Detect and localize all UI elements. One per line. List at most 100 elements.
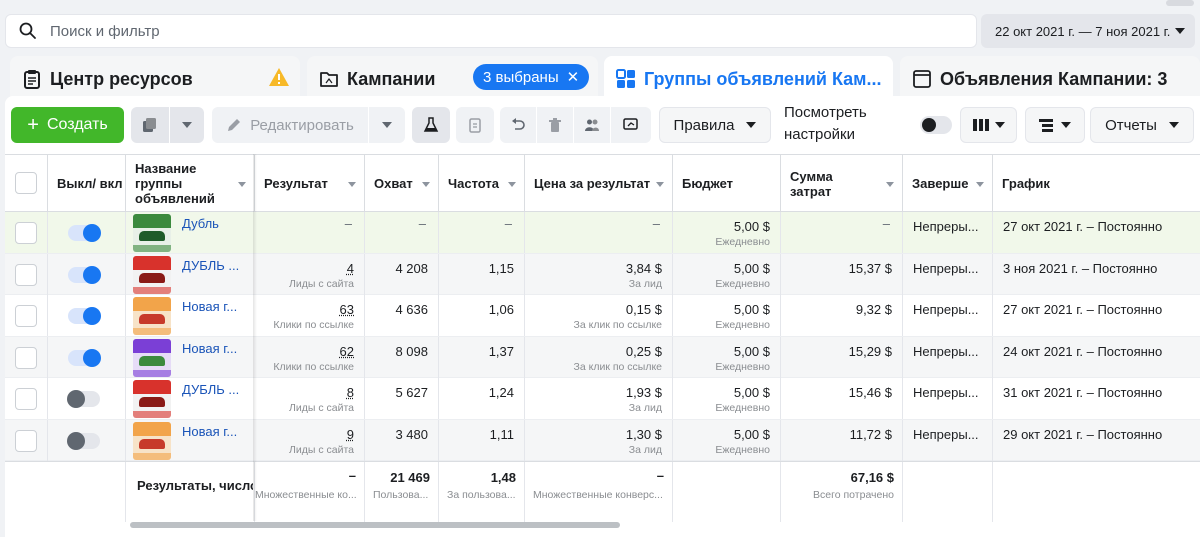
delete-button[interactable] [537,107,573,143]
breakdown-button[interactable] [1025,107,1085,143]
result-value[interactable]: 62 [340,344,354,359]
schedule-value: 27 окт 2021 г. – Постоянно [1003,302,1163,317]
table-row[interactable]: Дубль – – – – 5,00 $ Ежедневно – Непреры.… [5,212,1200,254]
reach-value: 5 627 [395,385,428,400]
frequency-value: 1,24 [488,385,514,400]
table-row[interactable]: ДУБЛЬ ... 8 Лиды с сайта 5 627 1,24 1,93 … [5,378,1200,420]
header-name[interactable]: Название группы объявлений [126,155,255,212]
row-name-cell: Дубль [126,212,255,253]
delivery-toggle[interactable] [68,348,101,367]
result-value[interactable]: 4 [347,261,354,276]
row-frequency-cell: 1,11 [439,419,525,461]
sort-icon [238,182,246,187]
edit-button[interactable]: Редактировать [212,107,368,143]
result-value[interactable]: 8 [347,385,354,400]
result-value[interactable]: 63 [340,302,354,317]
row-schedule-cell: 29 окт 2021 г. – Постоянно [993,420,1200,461]
budget-value[interactable]: 5,00 $ [734,302,770,317]
audience-button[interactable] [574,107,610,143]
ad-set-name-link[interactable]: ДУБЛЬ ... [182,258,250,273]
frequency-value: – [504,216,512,231]
edit-dropdown[interactable] [369,107,405,143]
row-result-cell: 9 Лиды с сайта [255,419,365,461]
table-row[interactable]: ДУБЛЬ ... 4 Лиды с сайта 4 208 1,15 3,84 … [5,253,1200,295]
delivery-toggle[interactable] [67,431,100,450]
row-checkbox[interactable] [15,388,37,410]
table-row[interactable]: Новая г... 9 Лиды с сайта 3 480 1,11 1,30… [5,419,1200,461]
row-ends-cell: Непреры... [903,419,993,461]
header-ends[interactable]: Заверше [903,155,993,212]
reach-value: 4 636 [395,302,428,317]
table-row[interactable]: Новая г... 62 Клики по ссылке 8 098 1,37 … [5,336,1200,378]
reports-button[interactable]: Отчеты [1090,107,1194,143]
warning-icon[interactable] [268,67,290,87]
date-range-picker[interactable]: 22 окт 2021 г. — 7 ноя 2021 г. [981,14,1195,48]
ad-set-name-link[interactable]: Дубль [182,216,250,231]
budget-value[interactable]: 5,00 $ [734,261,770,276]
header-budget[interactable]: Бюджет [673,155,781,212]
result-type: Лиды с сайта [289,443,354,456]
header-spent[interactable]: Сумма затрат [781,155,903,212]
row-checkbox[interactable] [15,429,37,452]
toggle-knob [83,307,101,325]
view-settings-toggle[interactable] [920,116,952,134]
row-budget-cell: 5,00 $ Ежедневно [673,336,781,378]
header-onoff[interactable]: Выкл/ вкл [48,155,126,212]
delivery-toggle[interactable] [67,390,100,408]
tab-label: Группы объявлений Кам... [644,68,882,89]
header-frequency[interactable]: Частота [439,155,525,212]
header-schedule[interactable]: График [993,155,1200,212]
window-handle [1162,0,1200,8]
sort-icon [656,182,664,187]
delivery-toggle[interactable] [68,224,101,242]
columns-button[interactable] [960,107,1017,143]
notes-button[interactable] [456,107,494,143]
rules-button[interactable]: Правила [659,107,771,143]
breakdown-icon [1039,119,1053,132]
budget-value[interactable]: 5,00 $ [734,385,770,400]
select-all-checkbox[interactable] [15,172,37,194]
table-row[interactable]: Новая г... 63 Клики по ссылке 4 636 1,06 … [5,295,1200,337]
undo-button[interactable] [500,107,536,143]
totals-result-sub: Множественные ко... [255,489,357,501]
result-value[interactable]: 9 [347,427,354,442]
ad-set-name-link[interactable]: Новая г... [182,424,250,439]
budget-value[interactable]: 5,00 $ [734,427,770,442]
budget-value[interactable]: 5,00 $ [734,344,770,359]
ad-set-name-link[interactable]: ДУБЛЬ ... [182,382,250,397]
ad-set-name-link[interactable]: Новая г... [182,299,250,314]
budget-value[interactable]: 5,00 $ [734,219,770,234]
totals-cpr: – Множественные конверс... [525,462,673,522]
ad-set-name-link[interactable]: Новая г... [182,341,250,356]
header-reach[interactable]: Охват [365,155,439,212]
preview-button[interactable] [611,107,651,143]
table-header: Выкл/ вкл Название группы объявлений Рез… [5,154,1200,212]
chevron-down-icon [1168,122,1179,128]
search-input[interactable] [50,22,850,40]
search-bar[interactable] [5,14,977,48]
duplicate-button[interactable] [131,107,169,143]
delivery-toggle[interactable] [68,265,101,284]
row-onoff-cell [48,419,126,461]
ab-test-button[interactable] [412,107,450,143]
row-spent-cell: 15,46 $ [781,378,903,419]
duplicate-dropdown[interactable] [170,107,204,143]
selected-badge[interactable]: 3 выбраны ✕ [473,64,590,90]
close-icon[interactable]: ✕ [567,68,580,86]
view-settings-label: Посмотреть настройки [784,104,867,143]
ad-thumbnail [133,380,171,418]
row-checkbox[interactable] [15,346,37,369]
row-checkbox[interactable] [15,305,37,327]
cpr-value: 3,84 $ [625,260,662,276]
header-result[interactable]: Результат [255,155,365,212]
date-range-label: 22 окт 2021 г. — 7 ноя 2021 г. [995,23,1171,39]
header-cost-per-result[interactable]: Цена за результат [525,155,673,212]
cpr-value: 0,25 $ [625,343,662,359]
row-checkbox[interactable] [15,222,37,244]
delivery-toggle[interactable] [68,307,101,325]
create-button[interactable]: + Создать [11,107,124,143]
row-checkbox[interactable] [15,263,37,286]
row-name-cell: Новая г... [126,337,255,378]
horizontal-scrollbar[interactable] [130,522,620,528]
sort-icon [348,182,356,187]
